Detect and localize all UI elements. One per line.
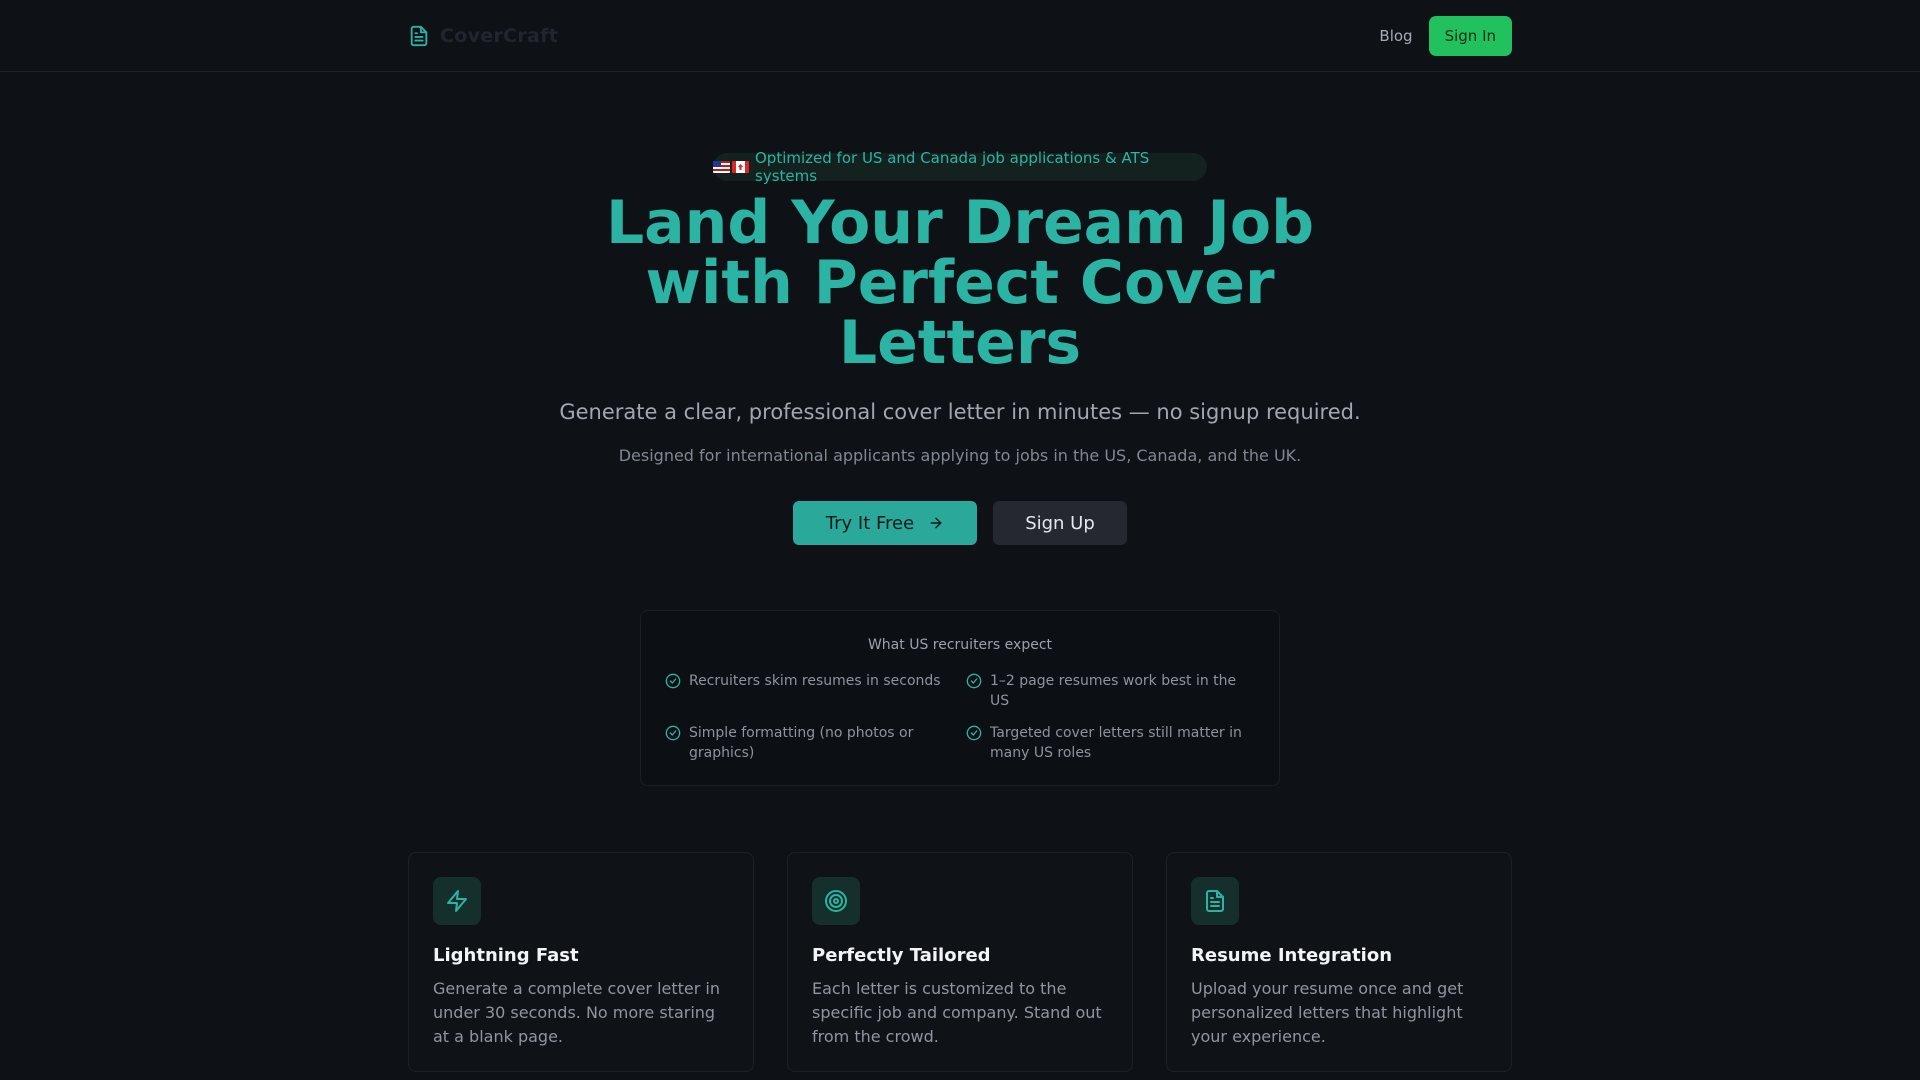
nav-link-blog[interactable]: Blog: [1379, 27, 1412, 45]
feature-card-perfectly-tailored: Perfectly Tailored Each letter is custom…: [787, 852, 1133, 1072]
feature-icon-box: [1191, 877, 1239, 925]
feature-icon-box: [812, 877, 860, 925]
expectation-text: Recruiters skim resumes in seconds: [689, 673, 941, 689]
feature-card-resume-integration: Resume Integration Upload your resume on…: [1166, 852, 1512, 1072]
hero-title: Land Your Dream Job with Perfect Cover L…: [560, 193, 1360, 373]
canada-flag-icon: [732, 161, 749, 173]
hero-title-line: with Perfect Cover: [645, 248, 1275, 318]
feature-description: Upload your resume once and get personal…: [1191, 979, 1464, 1046]
us-flag-icon: [713, 161, 730, 173]
hero-title-line: Land Your Dream Job: [605, 188, 1315, 258]
arrow-right-icon: [930, 517, 942, 529]
feature-title: Resume Integration: [1191, 945, 1393, 966]
expectation-item: Recruiters skim resumes in seconds: [665, 671, 955, 691]
optimized-badge: Optimized for US and Canada job applicat…: [713, 149, 1207, 185]
try-it-free-button[interactable]: Try It Free: [793, 501, 977, 545]
sign-up-button[interactable]: Sign Up: [993, 501, 1127, 545]
try-it-free-label: Try It Free: [825, 512, 915, 534]
badge-flags: [713, 161, 749, 173]
feature-description: Generate a complete cover letter in unde…: [433, 979, 721, 1046]
file-text-icon: [1206, 890, 1224, 912]
top-nav: CoverCraft Blog Sign In: [0, 0, 1920, 72]
hero-subtitle: Generate a clear, professional cover let…: [559, 400, 1361, 424]
feature-title: Perfectly Tailored: [812, 945, 991, 966]
zap-icon: [447, 890, 467, 912]
brand-name: CoverCraft: [440, 25, 559, 47]
hero-subnote: Designed for international applicants ap…: [618, 446, 1302, 465]
feature-description: Each letter is customized to the specifi…: [812, 979, 1102, 1046]
expectation-item: Targeted cover letters still matter in m…: [966, 723, 1256, 763]
expectation-text: Targeted cover letters still matter in m…: [990, 725, 1242, 761]
target-icon: [825, 890, 847, 912]
file-text-icon: [410, 25, 428, 47]
brand-logo[interactable]: CoverCraft: [408, 22, 558, 50]
check-circle-icon: [665, 673, 681, 689]
expectation-text: Simple formatting (no photos or graphics…: [689, 725, 914, 761]
sign-in-button[interactable]: Sign In: [1428, 16, 1512, 56]
check-circle-icon: [966, 725, 982, 741]
expectation-item: 1–2 page resumes work best in the US: [966, 671, 1256, 711]
expectation-item: Simple formatting (no photos or graphics…: [665, 723, 955, 763]
check-circle-icon: [665, 725, 681, 741]
nav-actions: Blog Sign In: [1379, 16, 1512, 56]
badge-text: Optimized for US and Canada job applicat…: [755, 149, 1150, 185]
feature-card-lightning-fast: Lightning Fast Generate a complete cover…: [408, 852, 754, 1072]
expectation-text: 1–2 page resumes work best in the US: [990, 673, 1237, 709]
check-circle-icon: [966, 673, 982, 689]
feature-icon-box: [433, 877, 481, 925]
expectations-title: What US recruiters expect: [867, 637, 1053, 653]
hero-title-line: Letters: [838, 308, 1082, 378]
feature-title: Lightning Fast: [433, 945, 579, 966]
recruiter-expectations-panel: What US recruiters expect Recruiters ski…: [640, 610, 1280, 786]
